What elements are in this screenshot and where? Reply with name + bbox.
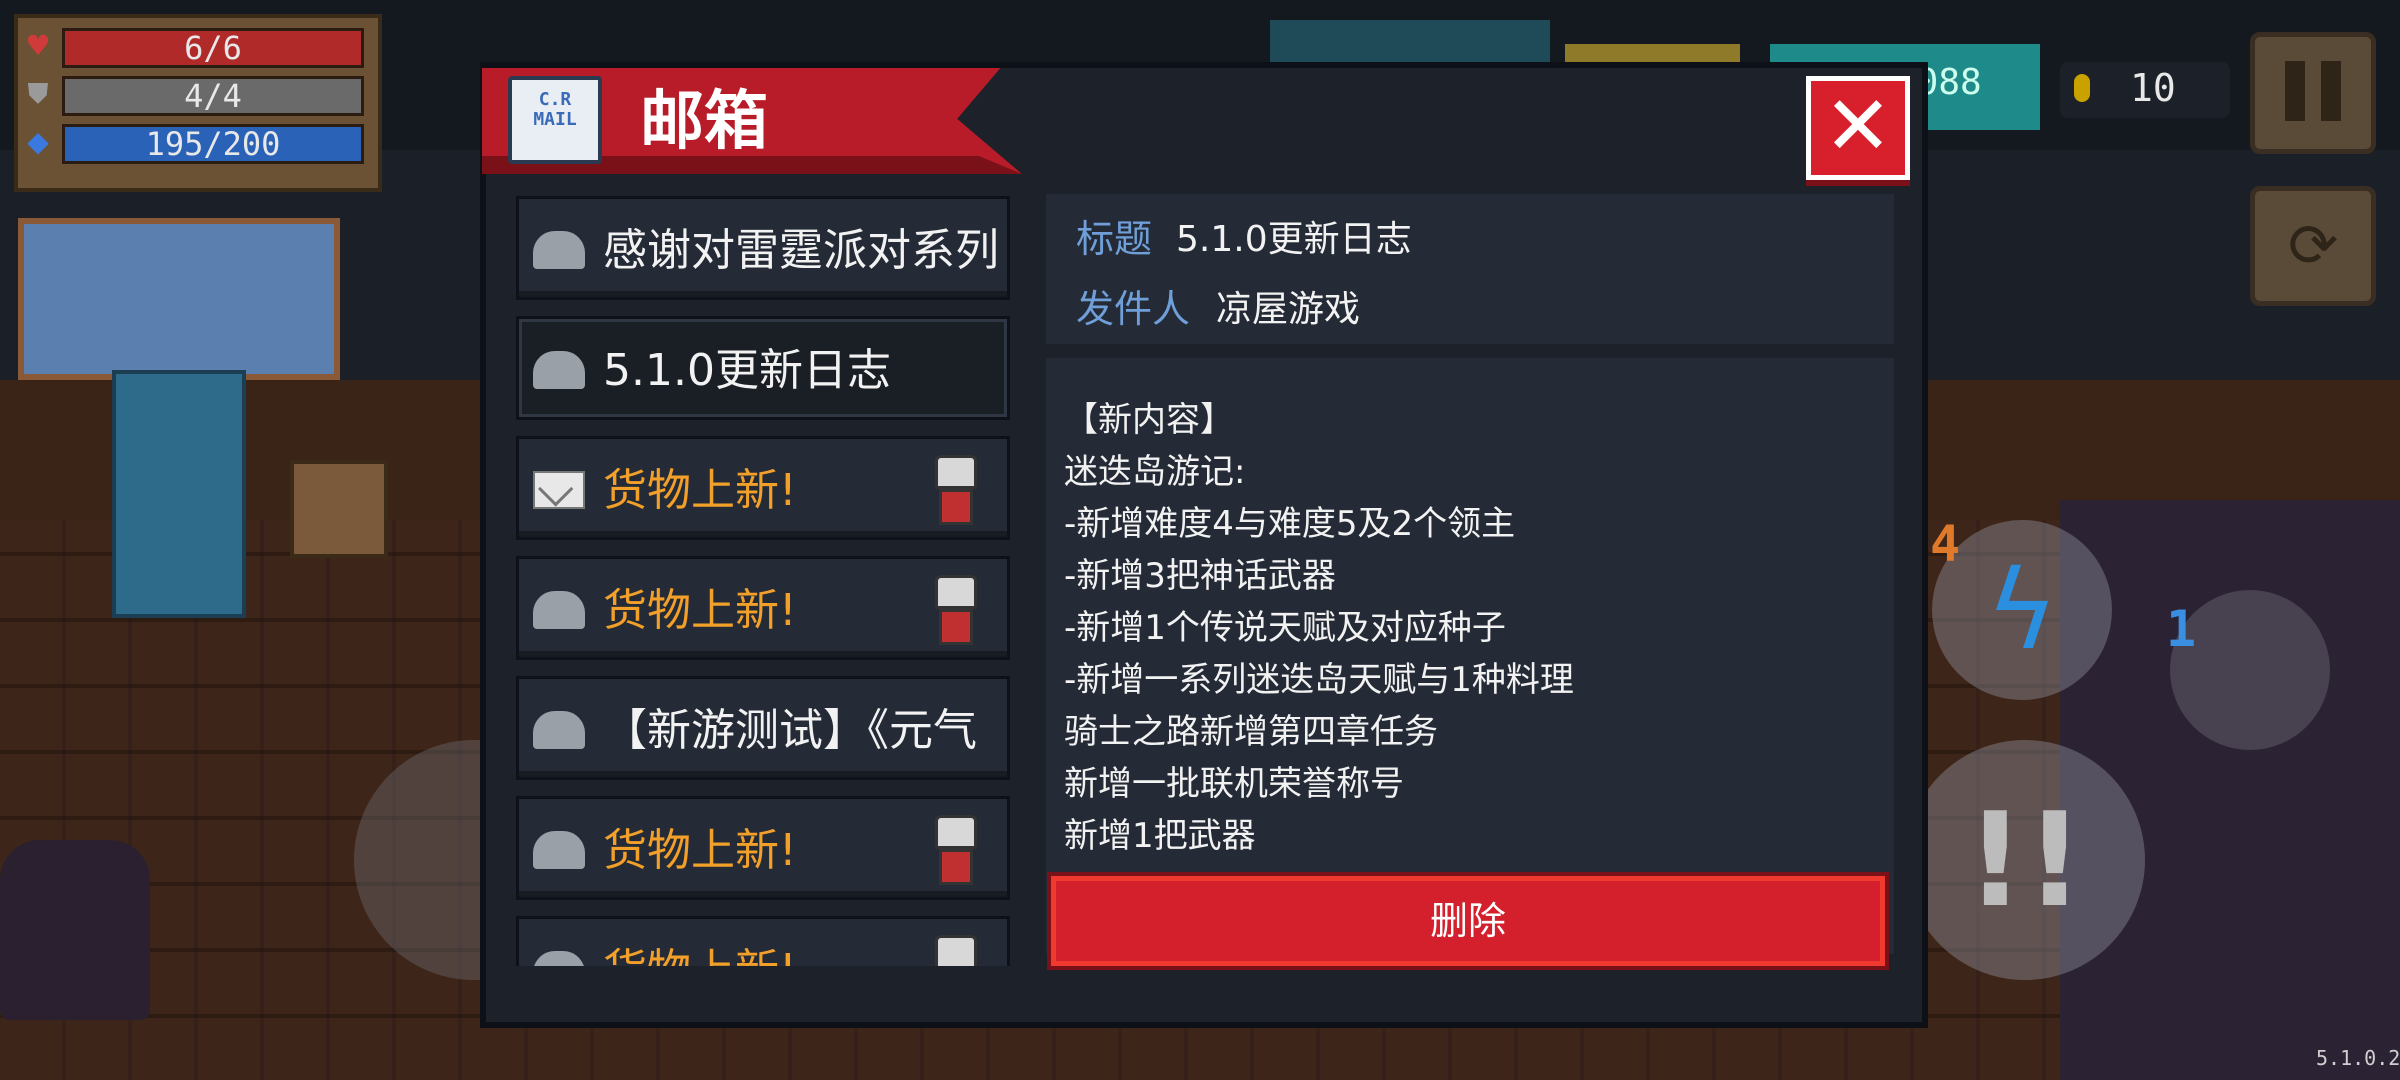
opened-envelope-icon (533, 351, 585, 389)
vending-machine (112, 370, 246, 618)
subject-value: 5.1.0更新日志 (1176, 219, 1412, 260)
opened-envelope-icon (533, 711, 585, 749)
opened-envelope-icon (533, 231, 585, 269)
mail-list[interactable]: 感谢对雷霆派对系列 5.1.0更新日志 货物上新! 货物上新! 【新游测试】《元气 货物上… (516, 196, 1014, 966)
pause-icon-bar (2321, 61, 2341, 121)
sender-value: 凉屋游戏 (1216, 289, 1361, 330)
mailbox-dialog: C.R MAIL 邮箱 ✕ 感谢对雷霆派对系列 5.1.0更新日志货物上新! 货物上新… (480, 62, 1928, 1028)
coin-icon (2074, 74, 2090, 102)
coin-count: 10 (2130, 66, 2176, 110)
exclamation-icon: !! (1965, 784, 2085, 936)
opened-envelope-icon (533, 591, 585, 629)
sender-label: 发件人 (1076, 287, 1191, 331)
shield-icon: ⛊ (27, 77, 49, 110)
delete-button[interactable]: 删除 (1051, 876, 1885, 966)
attack-button[interactable]: !! (1905, 740, 2145, 980)
mail-list-item[interactable]: 5.1.0更新日志 (516, 316, 1010, 420)
merchant-cat-icon (935, 455, 977, 525)
envelope-icon (533, 471, 585, 509)
opened-envelope-icon (533, 951, 585, 966)
pause-icon (2285, 61, 2305, 121)
mail-body-line: 【新内容】 (1064, 400, 1234, 440)
wall-poster (18, 218, 340, 380)
mail-list-item[interactable]: 感谢对雷霆派对系列 (516, 196, 1010, 300)
mail-body-line: -新增难度4与难度5及2个领主 (1064, 504, 1516, 544)
heart-icon: ♥ (25, 29, 51, 62)
player-character (0, 840, 150, 1020)
armor-bar: 4/4 (62, 76, 364, 116)
mail-list-item[interactable]: 货物上新! (516, 556, 1010, 660)
hp-bar: 6/6 (62, 28, 364, 68)
mail-body-text: 【新内容】迷迭岛游记: -新增难度4与难度5及2个领主 -新增3把神话武器 -新增1个… (1064, 394, 1864, 862)
merchant-cat-icon (935, 935, 977, 966)
mail-list-item[interactable]: 货物上新! (516, 796, 1010, 900)
mail-list-item[interactable]: 货物上新! (516, 436, 1010, 540)
mail-body-line: 骑士之路新增第四章任务 (1064, 712, 1438, 752)
mail-body-line: -新增3把神话武器 (1064, 556, 1336, 596)
mail-item-label: 【新游测试】《元气 (603, 705, 977, 756)
merchant-cat-icon (935, 575, 977, 645)
mail-list-item[interactable]: 【新游测试】《元气 (516, 676, 1010, 780)
opened-envelope-icon (533, 831, 585, 869)
pause-button[interactable] (2250, 32, 2376, 154)
energy-bar: 195/200 (62, 124, 364, 164)
lightning-icon: ϟ (1985, 546, 2059, 674)
close-icon: ✕ (1823, 79, 1893, 174)
dialog-title: 邮箱 (640, 85, 768, 159)
mail-item-label: 感谢对雷霆派对系列 (603, 225, 999, 276)
mail-list-item[interactable]: 货物上新! (516, 916, 1010, 966)
mail-body-line: 新增1把武器 (1064, 816, 1256, 856)
merchant-cat-icon (935, 815, 977, 885)
mail-header: 标题 5.1.0更新日志 发件人 凉屋游戏 (1046, 194, 1894, 344)
close-button[interactable]: ✕ (1806, 76, 1910, 180)
mail-body-line: -新增1个传说天赋及对应种子 (1064, 608, 1506, 648)
energy-icon: ◆ (27, 125, 49, 158)
version-label: 5.1.0.2 (2316, 1046, 2400, 1070)
mail-body-line: 迷迭岛游记: (1064, 452, 1246, 492)
emote-button[interactable]: ⟳ (2250, 186, 2376, 306)
skill-charge-badge: 4 (1930, 515, 1961, 573)
mail-body-line: 新增一批联机荣誉称号 (1064, 764, 1404, 804)
mail-item-label: 5.1.0更新日志 (603, 345, 891, 396)
mail-icon: C.R MAIL (508, 76, 602, 164)
small-table (290, 460, 388, 558)
weapon-count-badge: 1 (2166, 600, 2197, 658)
subject-label: 标题 (1076, 217, 1153, 261)
mail-body-line: -新增一系列迷迭岛天赋与1种料理 (1064, 660, 1574, 700)
